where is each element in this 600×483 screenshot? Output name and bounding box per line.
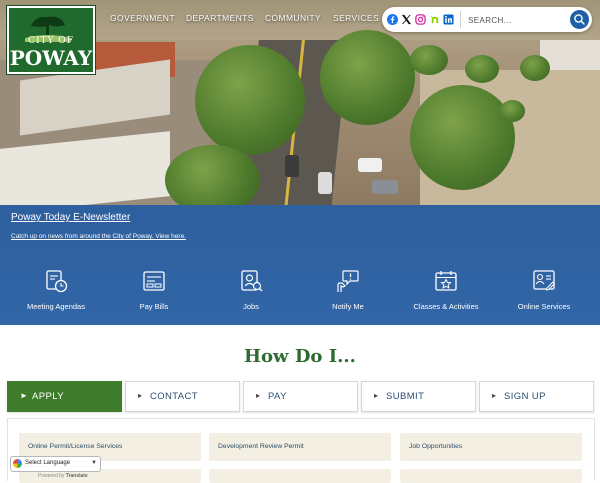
facebook-icon[interactable]	[387, 14, 398, 25]
card-job-opportunities[interactable]: Job Opportunities	[400, 433, 582, 461]
quick-link-label: Pay Bills	[139, 302, 169, 311]
chevron-right-icon: ▸	[138, 391, 143, 400]
quick-link-online-services[interactable]: Online Services	[496, 268, 592, 318]
chevron-right-icon: ▸	[492, 391, 497, 400]
search-input[interactable]	[466, 12, 570, 29]
agenda-clock-icon	[46, 270, 68, 293]
logo-poway: POWAY	[9, 46, 93, 70]
city-logo[interactable]: CITY OF POWAY	[7, 6, 95, 74]
card-label: Online Permit/License Services	[28, 443, 123, 450]
card-label: Job Opportunities	[409, 443, 463, 450]
powered-by-google: Powered by Translate	[38, 473, 88, 479]
tab-label: PAY	[268, 391, 287, 402]
newsletter-subtitle-link[interactable]: Catch up on news from around the City of…	[11, 233, 186, 240]
tab-submit[interactable]: ▸ SUBMIT	[361, 381, 476, 412]
chevron-right-icon: ►	[20, 391, 28, 400]
tab-label: APPLY	[32, 391, 64, 402]
how-do-i-heading: How Do I...	[244, 346, 356, 367]
card-development-review[interactable]: Development Review Permit	[209, 433, 391, 461]
language-select-label: Select Language	[25, 460, 71, 466]
quick-link-label: Jobs	[243, 302, 259, 311]
instagram-icon[interactable]	[415, 14, 426, 25]
powered-by-text: Powered by	[38, 473, 65, 479]
linkedin-icon[interactable]	[443, 14, 454, 25]
tab-pay[interactable]: ▸ PAY	[243, 381, 358, 412]
header-search-bar	[382, 7, 592, 32]
quick-link-label: Notify Me	[332, 302, 364, 311]
chevron-right-icon: ▸	[374, 391, 379, 400]
bill-icon	[143, 271, 165, 291]
calendar-star-icon	[435, 271, 457, 291]
quick-link-jobs[interactable]: Jobs	[203, 268, 299, 318]
online-form-icon	[533, 270, 556, 291]
jobs-icon	[241, 270, 263, 292]
nav-departments[interactable]: DEPARTMENTS	[186, 13, 254, 23]
card-more[interactable]	[400, 469, 582, 483]
nav-community[interactable]: COMMUNITY	[265, 13, 321, 23]
quick-link-notify-me[interactable]: Notify Me	[300, 268, 396, 318]
chevron-right-icon: ▸	[256, 391, 261, 400]
translate-brand: Translate	[65, 473, 88, 479]
tab-label: SIGN UP	[504, 391, 546, 402]
quick-link-pay-bills[interactable]: Pay Bills	[106, 268, 202, 318]
quick-link-label: Meeting Agendas	[27, 302, 85, 311]
google-logo-icon	[13, 459, 22, 468]
search-button[interactable]	[570, 10, 589, 29]
card-more[interactable]	[209, 469, 391, 483]
chevron-down-icon: ▼	[91, 460, 97, 466]
card-label: Development Review Permit	[218, 443, 304, 450]
nav-services[interactable]: SERVICES	[333, 13, 379, 23]
search-divider	[460, 11, 461, 28]
tab-sign-up[interactable]: ▸ SIGN UP	[479, 381, 594, 412]
quick-link-meeting-agendas[interactable]: Meeting Agendas	[8, 268, 104, 318]
language-select[interactable]: Select Language ▼	[10, 456, 101, 472]
quick-link-classes-activities[interactable]: Classes & Activities	[398, 268, 494, 318]
tab-label: CONTACT	[150, 391, 199, 402]
newsletter-title-link[interactable]: Poway Today E-Newsletter	[11, 212, 130, 223]
search-icon	[574, 14, 585, 25]
logo-city-of: CITY OF	[28, 36, 74, 46]
nav-government[interactable]: GOVERNMENT	[110, 13, 175, 23]
tab-apply[interactable]: ► APPLY	[7, 381, 122, 412]
nextdoor-icon[interactable]	[429, 14, 440, 25]
tab-label: SUBMIT	[386, 391, 425, 402]
x-icon[interactable]	[401, 14, 412, 25]
quick-link-label: Online Services	[517, 302, 571, 311]
notify-hand-icon	[337, 270, 359, 292]
tab-contact[interactable]: ▸ CONTACT	[125, 381, 240, 412]
quick-link-label: Classes & Activities	[413, 302, 479, 311]
